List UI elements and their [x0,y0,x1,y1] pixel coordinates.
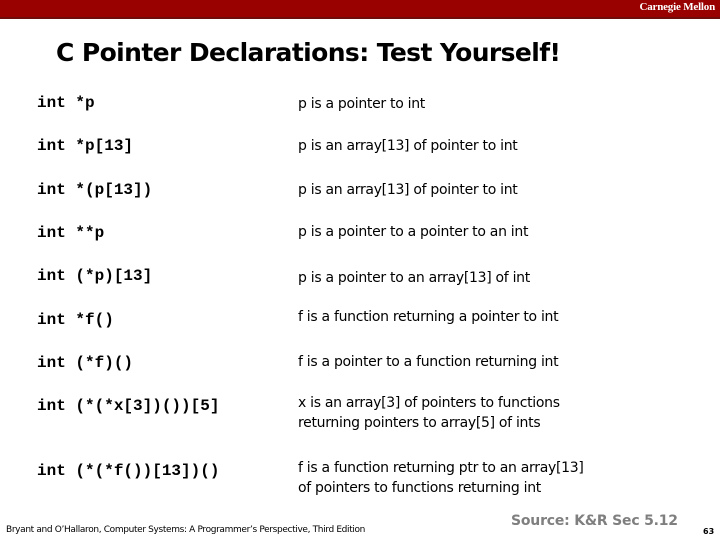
description-line: p is a pointer to int [298,96,425,112]
slide: Carnegie Mellon C Pointer Declarations: … [0,0,720,540]
description-4: p is a pointer to a pointer to an int [298,222,528,242]
declaration-4: int **p [37,224,105,242]
description-line: of pointers to functions returning int [298,480,541,496]
declaration-1: int *p [37,94,95,112]
description-line: f is a function returning a pointer to i… [298,309,559,325]
description-line: returning pointers to array[5] of ints [298,415,541,431]
declaration-2: int *p[13] [37,137,134,155]
footer-citation: Bryant and O’Hallaron, Computer Systems:… [6,525,366,535]
description-line: f is a function returning ptr to an arra… [298,460,584,476]
description-7: f is a pointer to a function returning i… [298,352,559,372]
declaration-3: int *(p[13]) [37,181,153,199]
description-6: f is a function returning a pointer to i… [298,307,559,327]
slide-title: C Pointer Declarations: Test Yourself! [56,38,561,67]
description-3: p is an array[13] of pointer to int [298,180,518,200]
description-8: x is an array[3] of pointers to function… [298,393,560,433]
declaration-9: int (*(*f())[13])() [37,462,220,480]
description-5: p is a pointer to an array[13] of int [298,268,530,288]
declaration-6: int *f() [37,311,114,329]
source-note: Source: K&R Sec 5.12 [511,513,678,529]
description-2: p is an array[13] of pointer to int [298,136,518,156]
header-bar: Carnegie Mellon [0,0,720,19]
description-line: p is a pointer to a pointer to an int [298,224,529,240]
description-line: x is an array[3] of pointers to function… [298,395,560,411]
description-line: f is a pointer to a function returning i… [298,354,559,370]
description-9: f is a function returning ptr to an arra… [298,458,584,498]
declaration-7: int (*f)() [37,354,134,372]
declaration-8: int (*(*x[3])())[5] [37,397,220,415]
declaration-5: int (*p)[13] [37,267,153,285]
page-number: 63 [703,527,715,536]
brand-label: Carnegie Mellon [639,1,715,13]
description-line: p is an array[13] of pointer to int [298,138,518,154]
description-line: p is a pointer to an array[13] of int [298,270,530,286]
description-1: p is a pointer to int [298,94,425,114]
description-line: p is an array[13] of pointer to int [298,182,518,198]
